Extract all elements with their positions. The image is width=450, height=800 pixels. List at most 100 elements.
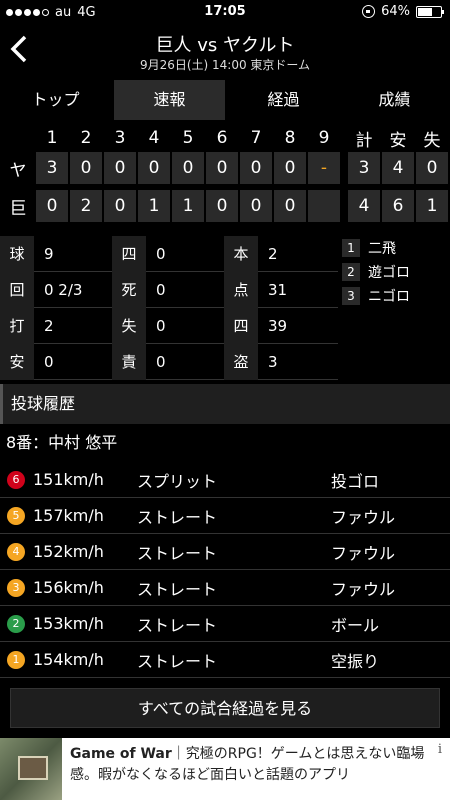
rotation-lock-icon	[362, 5, 376, 18]
pitch-type: ストレート	[137, 615, 218, 635]
stats-row: 回 0 2/3 死0 点 31	[0, 271, 338, 308]
page-title: 巨人 vs ヤクルト	[155, 35, 295, 56]
inning-5: 5	[182, 128, 194, 148]
out-result: 二飛	[368, 241, 396, 257]
pitch-row: 2 153km/h ストレート ボール	[0, 606, 450, 642]
stat-value: 2	[268, 244, 278, 263]
hits: 4	[382, 152, 414, 184]
out-result: ニゴロ	[368, 289, 410, 305]
score-cell: 0	[240, 190, 272, 222]
stat-label: 責	[112, 343, 146, 380]
ad-banner[interactable]: Game of War｜究極のRPG！ゲームとは思えない臨場 感。暇がなくなるほ…	[0, 738, 450, 800]
pitch-type: ストレート	[137, 579, 218, 599]
stat-value: 3	[268, 352, 278, 371]
score-cell: 0	[104, 190, 136, 222]
battery-icon	[416, 5, 444, 18]
pitch-row: 4 152km/h ストレート ファウル	[0, 534, 450, 570]
battery-percent: 64%	[381, 4, 410, 19]
stat-value: 39	[268, 316, 288, 335]
score-cell: 0	[104, 152, 136, 184]
tab-stats[interactable]: 成績	[339, 80, 450, 120]
score-cell: 2	[70, 190, 102, 222]
total-runs: 4	[348, 190, 380, 222]
header: 巨人 vs ヤクルト 9月26日(土) 14:00 東京ドーム	[0, 24, 450, 80]
view-all-progress-button[interactable]: すべての試合経過を見る	[10, 688, 440, 728]
stat-value: 0	[156, 280, 166, 299]
pitch-speed: 156km/h	[33, 578, 104, 597]
pitch-type: ストレート	[137, 651, 218, 671]
score-cell: 0	[138, 152, 170, 184]
pitch-speed: 152km/h	[33, 542, 104, 561]
score-cell: 0	[172, 152, 204, 184]
score-cell: 1	[172, 190, 204, 222]
tab-progress[interactable]: 経過	[228, 80, 339, 120]
team-name: ヤ	[9, 160, 27, 181]
stat-value: 31	[268, 280, 288, 299]
section-title: 投球履歴	[0, 384, 450, 424]
pitcher-stats: 球9 四0 本2 回0 2/3 死0 点 31 打2 失0 四 39 安0 責0 盗…	[0, 235, 338, 380]
stat-label: 死	[112, 271, 146, 308]
status-right: 64%	[362, 4, 444, 19]
pitch-count-badge: 2	[7, 614, 25, 633]
score-cell: 1	[138, 190, 170, 222]
tab-live[interactable]: 速報	[114, 80, 225, 120]
pitch-result: ボール	[331, 615, 380, 635]
pitch-list: 6 151km/h スプリット 投ゴロ 5 157km/h ストレート ファウル…	[0, 462, 450, 678]
tab-top[interactable]: トップ	[0, 80, 111, 120]
tab-bar: トップ 速報 経過 成績	[0, 80, 450, 120]
scoreboard-header: 1 2 3 4 5 6 7 8 9 計 安 失	[0, 128, 450, 151]
stat-value: 0 2/3	[44, 280, 83, 299]
stat-value: 0	[156, 244, 166, 263]
score-cell: 0	[206, 190, 238, 222]
errors-header: 失	[423, 130, 441, 151]
out-item: 1 二飛	[342, 236, 450, 260]
stats-row: 球9 四0 本2	[0, 235, 338, 272]
pitch-row: 5 157km/h ストレート ファウル	[0, 498, 450, 534]
ad-copy-2: 感。暇がなくなるほど面白いと話題のアプリ	[70, 767, 350, 783]
pitch-result: 投ゴロ	[331, 471, 380, 491]
stat-value: 0	[156, 316, 166, 335]
out-number: 2	[342, 263, 360, 281]
stat-label: 失	[112, 307, 146, 344]
team-row-away: ヤ 3 0 0 0 0 0 0 0 - 3 4 0	[0, 150, 450, 186]
score-cell: 0	[36, 190, 68, 222]
info-icon[interactable]: i	[438, 742, 442, 757]
inning-6: 6	[216, 128, 228, 148]
hits-header: 安	[389, 130, 407, 151]
stat-label: 四	[224, 307, 258, 344]
status-bar: au 4G 17:05 64%	[0, 0, 450, 24]
ad-title: Game of War	[70, 746, 172, 762]
pitch-type: ストレート	[137, 543, 218, 563]
inning-8: 8	[284, 128, 296, 148]
pitch-speed: 151km/h	[33, 470, 104, 489]
scoreboard: 1 2 3 4 5 6 7 8 9 計 安 失 ヤ 3 0 0 0 0 0 0 …	[0, 128, 450, 224]
pitch-row: 6 151km/h スプリット 投ゴロ	[0, 462, 450, 498]
pitch-speed: 157km/h	[33, 506, 104, 525]
pitch-row: 1 154km/h ストレート 空振り	[0, 642, 450, 678]
pitch-count-badge: 1	[7, 650, 25, 669]
hits: 6	[382, 190, 414, 222]
pitch-type: ストレート	[137, 507, 218, 527]
inning-1: 1	[46, 128, 58, 148]
total-runs: 3	[348, 152, 380, 184]
out-item: 3 ニゴロ	[342, 284, 450, 308]
team-name: 巨	[9, 198, 27, 219]
errors: 1	[416, 190, 448, 222]
inning-9: 9	[318, 128, 330, 148]
out-result: 遊ゴロ	[368, 265, 410, 281]
stat-value: 9	[44, 244, 54, 263]
inning-4: 4	[148, 128, 160, 148]
ad-thumbnail[interactable]	[0, 738, 62, 800]
pitch-result: ファウル	[331, 507, 396, 527]
pitch-count-badge: 4	[7, 542, 25, 561]
pitch-count-badge: 3	[7, 578, 25, 597]
stat-value: 0	[156, 352, 166, 371]
score-cell	[308, 190, 340, 222]
score-cell: 0	[70, 152, 102, 184]
stats-row: 打2 失0 四 39	[0, 307, 338, 344]
out-item: 2 遊ゴロ	[342, 260, 450, 284]
batter-name: 8番：中村 悠平	[6, 433, 118, 452]
stat-value: 0	[44, 352, 54, 371]
ad-text[interactable]: Game of War｜究極のRPG！ゲームとは思えない臨場 感。暇がなくなるほ…	[70, 744, 430, 786]
stat-label: 安	[0, 343, 34, 380]
